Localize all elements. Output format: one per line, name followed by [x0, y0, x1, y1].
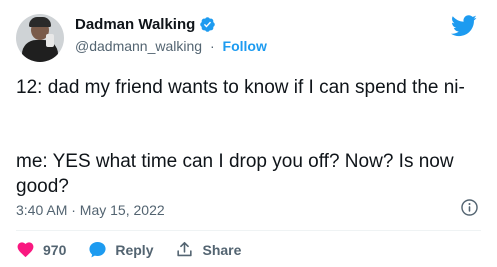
avatar[interactable]: [16, 14, 64, 62]
reply-label: Reply: [115, 241, 154, 258]
follow-button[interactable]: Follow: [223, 38, 267, 54]
like-count: 970: [43, 241, 67, 258]
divider: [16, 230, 481, 231]
speech-bubble-icon: [89, 241, 106, 258]
author-name-row: Dadman Walking: [75, 16, 216, 33]
handle-separator: ·: [209, 38, 215, 54]
reply-button[interactable]: Reply: [88, 240, 153, 259]
share-label: Share: [202, 241, 242, 258]
author-name[interactable]: Dadman Walking: [75, 16, 195, 33]
action-bar: 970 Reply Share: [16, 240, 263, 259]
like-button[interactable]: 970: [16, 240, 66, 259]
heart-icon: [17, 242, 34, 258]
handle-row: @dadmann_walking · Follow: [75, 38, 267, 54]
share-icon: [177, 241, 193, 257]
verified-badge-icon: [200, 17, 216, 32]
tweet-paragraph-2: me: YES what time can I drop you off? No…: [16, 151, 454, 197]
tweet-paragraph-1: 12: dad my friend wants to know if I can…: [16, 77, 465, 98]
twitter-bird-icon[interactable]: [451, 15, 477, 37]
share-button[interactable]: Share: [175, 240, 241, 259]
author-handle[interactable]: @dadmann_walking: [75, 38, 202, 54]
tweet-timestamp[interactable]: 3:40 AM · May 15, 2022: [16, 202, 165, 218]
info-icon[interactable]: [460, 198, 479, 217]
